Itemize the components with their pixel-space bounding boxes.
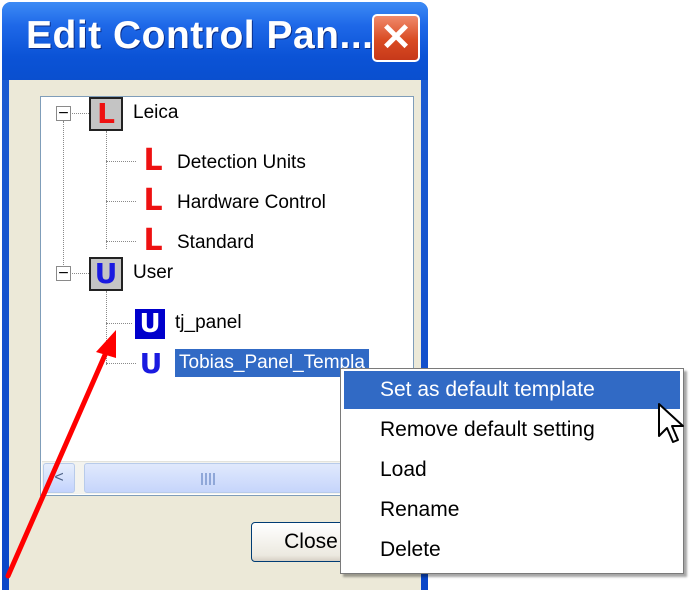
tree-connector-line — [69, 273, 89, 274]
window-close-button[interactable]: ✕ — [372, 14, 420, 62]
leica-group-icon: L — [89, 97, 123, 131]
minus-icon: − — [57, 265, 70, 281]
tree-connector-line — [106, 291, 107, 365]
tree-node-tj-panel[interactable]: tj_panel — [175, 309, 242, 337]
collapse-user-toggle[interactable]: − — [56, 266, 71, 281]
user-group-icon: U — [89, 257, 123, 291]
tree-connector-line — [106, 241, 136, 242]
menu-item-delete[interactable]: Delete — [344, 531, 680, 569]
user-default-icon: U — [135, 309, 165, 339]
grip-icon — [201, 473, 215, 485]
tree-connector-line — [106, 201, 136, 202]
leica-icon: L — [143, 223, 163, 258]
tree-node-hardware-control[interactable]: Hardware Control — [177, 189, 326, 217]
tree-connector-line — [63, 121, 64, 273]
tree-connector-line — [106, 161, 136, 162]
leica-icon: L — [143, 183, 163, 218]
title-bar[interactable]: Edit Control Pan... ✕ — [2, 2, 428, 80]
context-menu: Set as default template Remove default s… — [340, 368, 684, 574]
leica-icon: L — [143, 143, 163, 178]
tree-node-user[interactable]: User — [133, 259, 173, 287]
user-icon: U — [139, 347, 163, 380]
minus-icon: − — [57, 105, 70, 121]
menu-item-rename[interactable]: Rename — [344, 491, 680, 529]
tree-node-standard[interactable]: Standard — [177, 229, 254, 257]
menu-item-remove-default-setting[interactable]: Remove default setting — [344, 411, 680, 449]
scroll-left-button[interactable]: < — [43, 463, 75, 493]
arrow-left-icon: < — [54, 469, 64, 486]
tree-connector-line — [106, 131, 107, 249]
collapse-leica-toggle[interactable]: − — [56, 106, 71, 121]
tree-node-detection-units[interactable]: Detection Units — [177, 149, 306, 177]
menu-item-set-default-template[interactable]: Set as default template — [344, 371, 680, 409]
tree-connector-line — [106, 323, 132, 324]
tree-connector-line — [69, 113, 89, 114]
mouse-cursor-icon — [658, 403, 684, 443]
close-icon: ✕ — [380, 17, 412, 59]
menu-item-load[interactable]: Load — [344, 451, 680, 489]
tree-node-leica[interactable]: Leica — [133, 99, 178, 127]
tree-connector-line — [106, 363, 136, 364]
window-title: Edit Control Pan... — [26, 14, 374, 57]
